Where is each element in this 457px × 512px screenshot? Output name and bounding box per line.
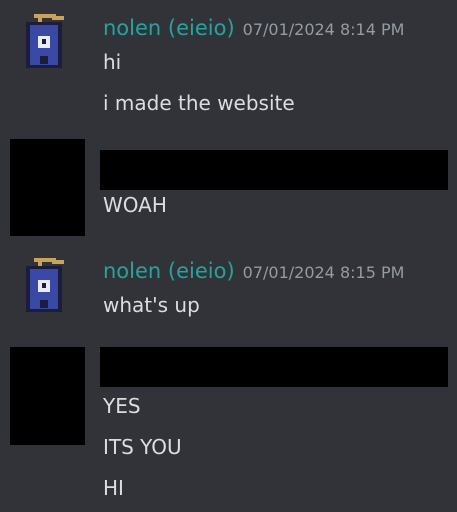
timestamp: 07/01/2024 8:15 PM <box>242 263 405 282</box>
message-text: WOAH <box>103 193 167 217</box>
message-list: nolen (eieio) 07/01/2024 8:14 PM hi i mad… <box>0 0 457 512</box>
message-header: nolen (eieio) 07/01/2024 8:14 PM <box>103 18 404 39</box>
message-text: HI <box>103 476 124 500</box>
timestamp: 07/01/2024 8:14 PM <box>242 20 405 39</box>
message-group: nolen (eieio) 07/01/2024 8:14 PM hi i mad… <box>0 0 457 130</box>
redacted-avatar <box>10 139 85 236</box>
message-group: WOAH <box>0 139 457 239</box>
user-avatar[interactable] <box>24 14 68 70</box>
username[interactable]: nolen (eieio) <box>103 259 235 283</box>
mailbox-pixel-avatar-icon <box>26 258 64 312</box>
message-text: hi <box>103 50 122 74</box>
message-group: nolen (eieio) 07/01/2024 8:15 PM what's u… <box>0 242 457 332</box>
message-group: YES ITS YOU HI <box>0 346 457 512</box>
username[interactable]: nolen (eieio) <box>103 16 235 40</box>
mailbox-pixel-avatar-icon <box>26 14 64 68</box>
message-header: nolen (eieio) 07/01/2024 8:15 PM <box>103 261 404 282</box>
redacted-avatar <box>10 347 85 445</box>
message-text: i made the website <box>103 91 295 115</box>
message-text: what's up <box>103 293 200 317</box>
message-text: YES <box>103 394 141 418</box>
user-avatar[interactable] <box>24 258 68 314</box>
message-text: ITS YOU <box>103 435 182 459</box>
redacted-message-header <box>100 150 448 190</box>
redacted-message-header <box>100 347 448 387</box>
